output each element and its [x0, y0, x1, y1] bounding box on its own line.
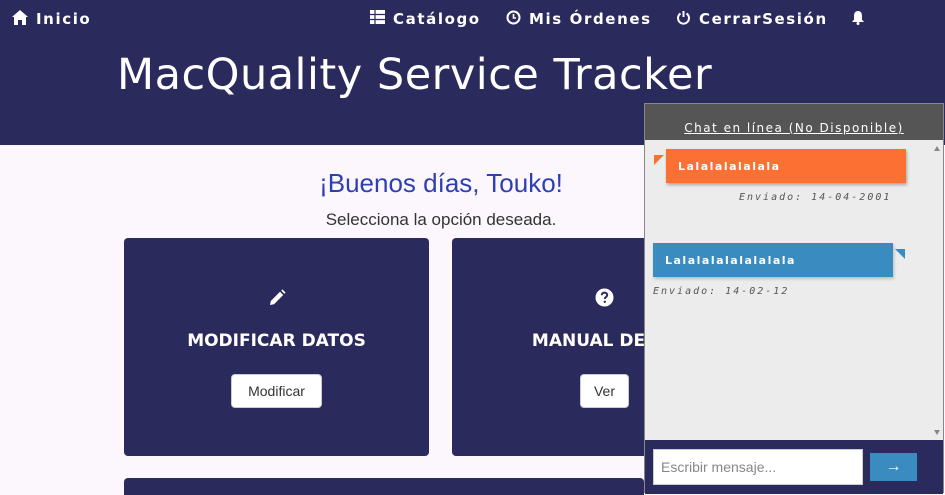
home-icon — [12, 9, 28, 29]
send-button[interactable]: → — [870, 453, 917, 481]
nav-home-label: Inicio — [36, 10, 92, 28]
notifications-button[interactable] — [851, 9, 873, 29]
card-modify-data-title: MODIFICAR DATOS — [187, 331, 366, 351]
nav-orders[interactable]: Mis Órdenes — [506, 9, 652, 29]
modify-button[interactable]: Modificar — [231, 374, 322, 408]
view-button[interactable]: Ver — [580, 374, 629, 408]
app-title: MacQuality Service Tracker — [117, 50, 713, 100]
nav-catalog[interactable]: Catálogo — [370, 9, 481, 29]
nav-logout[interactable]: CerrarSesión — [676, 9, 828, 29]
chat-message-input[interactable]: Escribir mensaje... — [653, 449, 863, 485]
power-icon — [676, 10, 691, 29]
nav-catalog-label: Catálogo — [393, 10, 481, 28]
message-tail — [654, 155, 664, 165]
grid-icon — [370, 10, 385, 28]
scroll-up-arrow[interactable] — [934, 146, 940, 151]
chat-message: Lalalalalalala — [666, 149, 906, 183]
message-tail — [895, 249, 905, 259]
message-timestamp: Enviado: 14-02-12 — [653, 286, 790, 297]
message-timestamp: Enviado: 14-04-2001 — [739, 192, 892, 203]
chat-header[interactable]: Chat en línea (No Disponible) — [645, 104, 943, 140]
scroll-down-arrow[interactable] — [934, 430, 940, 435]
pencil-icon — [124, 288, 429, 308]
chat-messages[interactable]: Lalalalalalala Enviado: 14-04-2001 Lalal… — [645, 140, 943, 440]
nav-orders-label: Mis Órdenes — [529, 10, 652, 28]
nav-home[interactable]: Inicio — [12, 9, 91, 29]
card-modify-data: MODIFICAR DATOS Modificar — [124, 238, 429, 456]
chat-header-title: Chat en línea (No Disponible) — [684, 121, 904, 135]
nav-logout-label: CerrarSesión — [699, 10, 828, 28]
bell-icon — [851, 10, 865, 29]
card-partial — [124, 478, 644, 495]
chat-footer: Escribir mensaje... → — [645, 440, 943, 494]
clock-icon — [506, 10, 521, 29]
chat-panel: Chat en línea (No Disponible) Lalalalala… — [644, 103, 944, 494]
chat-message: Lalalalalalalalala — [653, 243, 893, 277]
